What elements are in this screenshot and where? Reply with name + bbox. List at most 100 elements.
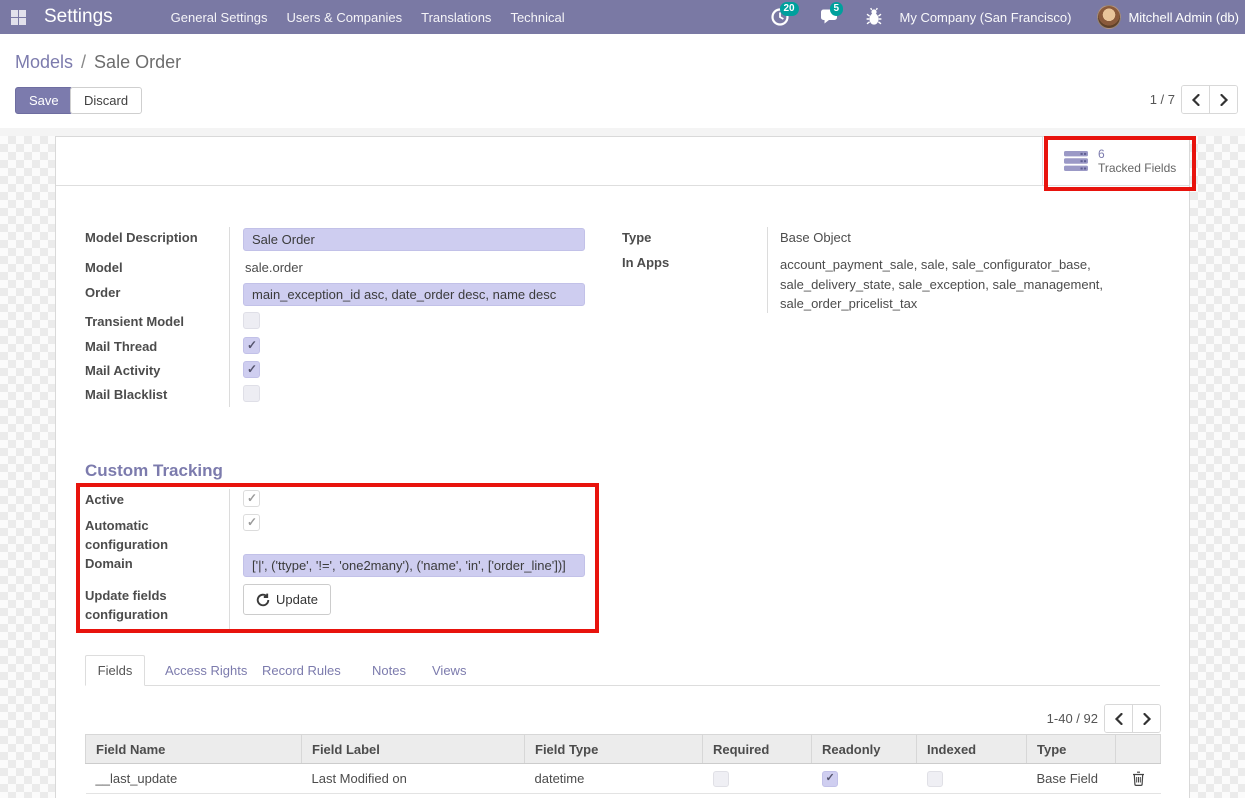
- breadcrumb-current: Sale Order: [94, 52, 181, 72]
- trash-icon: [1132, 771, 1145, 786]
- tracked-fields-label: Tracked Fields: [1098, 161, 1176, 175]
- col-field-name[interactable]: Field Name: [86, 735, 302, 764]
- in-apps-value: account_payment_sale, sale, sale_configu…: [780, 255, 1115, 314]
- order-label: Order: [85, 285, 120, 300]
- debug-button[interactable]: [866, 7, 882, 27]
- automatic-configuration-label: Automatic configuration: [85, 516, 210, 554]
- transient-model-checkbox[interactable]: [243, 312, 260, 329]
- group-separator-left: [229, 227, 230, 407]
- domain-input[interactable]: [243, 554, 585, 577]
- pager-previous-button[interactable]: [1182, 86, 1209, 113]
- pager-next-button[interactable]: [1209, 86, 1237, 113]
- tab-fields[interactable]: Fields: [85, 655, 145, 686]
- custom-tracking-title: Custom Tracking: [85, 461, 223, 481]
- table-row[interactable]: __last_update Last Modified on datetime …: [86, 764, 1161, 794]
- mail-blacklist-checkbox[interactable]: [243, 385, 260, 402]
- chevron-left-icon: [1191, 94, 1201, 106]
- breadcrumb-models-link[interactable]: Models: [15, 52, 73, 72]
- mail-activity-label: Mail Activity: [85, 363, 160, 378]
- content-top-strip: [0, 128, 1245, 136]
- activities-badge: 20: [780, 2, 799, 16]
- delete-row-button[interactable]: [1128, 769, 1148, 789]
- menu-translations[interactable]: Translations: [421, 10, 491, 25]
- cell-type[interactable]: Base Field: [1027, 764, 1116, 794]
- user-menu[interactable]: Mitchell Admin (db): [1128, 10, 1239, 25]
- col-actions: [1116, 735, 1161, 764]
- model-description-label: Model Description: [85, 230, 198, 245]
- transparent-margin-left: [0, 136, 55, 798]
- indexed-checkbox[interactable]: [927, 771, 943, 787]
- type-value: Base Object: [780, 230, 851, 245]
- active-checkbox[interactable]: [243, 490, 260, 507]
- tracked-fields-stat-button[interactable]: 6 Tracked Fields: [1042, 137, 1189, 185]
- table-header-row: Field Name Field Label Field Type Requir…: [86, 735, 1161, 764]
- menu-general-settings[interactable]: General Settings: [171, 10, 268, 25]
- stat-text: 6 Tracked Fields: [1098, 147, 1176, 175]
- col-type[interactable]: Type: [1027, 735, 1116, 764]
- tab-record-rules[interactable]: Record Rules: [262, 663, 341, 678]
- list-pager-previous-button[interactable]: [1105, 705, 1132, 732]
- update-button-label: Update: [276, 592, 318, 607]
- chevron-right-icon: [1219, 94, 1229, 106]
- cell-field-name[interactable]: __last_update: [86, 764, 302, 794]
- top-navbar: Settings General Settings Users & Compan…: [0, 0, 1245, 34]
- activities-button[interactable]: 20: [770, 7, 790, 27]
- group-separator-right: [767, 227, 768, 313]
- automatic-configuration-checkbox[interactable]: [243, 514, 260, 531]
- in-apps-label: In Apps: [622, 255, 669, 270]
- model-description-input[interactable]: [243, 228, 585, 251]
- breadcrumb: Models / Sale Order: [15, 52, 181, 73]
- mail-activity-checkbox[interactable]: [243, 361, 260, 378]
- domain-label: Domain: [85, 556, 133, 571]
- tab-views[interactable]: Views: [432, 663, 466, 678]
- control-panel: Models / Sale Order Save Discard 1 / 7: [0, 34, 1245, 128]
- page: Settings General Settings Users & Compan…: [0, 0, 1245, 798]
- menu-technical[interactable]: Technical: [510, 10, 564, 25]
- mail-blacklist-label: Mail Blacklist: [85, 387, 167, 402]
- model-label: Model: [85, 260, 123, 275]
- navbar-systray: 20 5 My Company (San Francisco) Mitchell…: [770, 0, 1240, 34]
- app-name[interactable]: Settings: [44, 6, 113, 28]
- required-checkbox[interactable]: [713, 771, 729, 787]
- group-separator-tracking: [229, 489, 230, 632]
- transient-model-label: Transient Model: [85, 314, 184, 329]
- record-pager: [1181, 85, 1238, 114]
- discard-button[interactable]: Discard: [70, 87, 142, 114]
- tabbar-line: [85, 685, 1160, 686]
- col-readonly[interactable]: Readonly: [812, 735, 917, 764]
- refresh-icon: [256, 593, 270, 607]
- chevron-left-icon: [1114, 713, 1124, 725]
- readonly-checkbox[interactable]: [822, 771, 838, 787]
- mail-thread-label: Mail Thread: [85, 339, 157, 354]
- col-field-label[interactable]: Field Label: [302, 735, 525, 764]
- col-required[interactable]: Required: [703, 735, 812, 764]
- cell-field-type[interactable]: datetime: [525, 764, 703, 794]
- menu-users-companies[interactable]: Users & Companies: [287, 10, 403, 25]
- order-input[interactable]: [243, 283, 585, 306]
- cell-field-label[interactable]: Last Modified on: [302, 764, 525, 794]
- bug-icon: [866, 7, 882, 26]
- company-switcher[interactable]: My Company (San Francisco): [900, 10, 1072, 25]
- navbar-menus: General Settings Users & Companies Trans…: [171, 10, 565, 25]
- messages-badge: 5: [830, 2, 844, 16]
- mail-thread-checkbox[interactable]: [243, 337, 260, 354]
- update-fields-configuration-label: Update fields configuration: [85, 586, 210, 624]
- record-pager-value: 1 / 7: [1150, 92, 1175, 107]
- list-pager-next-button[interactable]: [1132, 705, 1160, 732]
- messages-button[interactable]: 5: [820, 7, 840, 27]
- type-label: Type: [622, 230, 651, 245]
- fields-table: Field Name Field Label Field Type Requir…: [85, 734, 1161, 794]
- tracked-fields-count: 6: [1098, 147, 1176, 161]
- tab-access-rights[interactable]: Access Rights: [165, 663, 247, 678]
- col-indexed[interactable]: Indexed: [917, 735, 1027, 764]
- apps-menu-button[interactable]: [0, 0, 36, 34]
- save-button[interactable]: Save: [15, 87, 73, 114]
- list-pager: [1104, 704, 1161, 733]
- list-pager-value: 1-40 / 92: [1000, 711, 1098, 726]
- col-field-type[interactable]: Field Type: [525, 735, 703, 764]
- update-button[interactable]: Update: [243, 584, 331, 615]
- button-box: [56, 137, 1189, 186]
- tab-notes[interactable]: Notes: [372, 663, 406, 678]
- breadcrumb-separator: /: [81, 52, 86, 72]
- user-avatar[interactable]: [1097, 5, 1121, 29]
